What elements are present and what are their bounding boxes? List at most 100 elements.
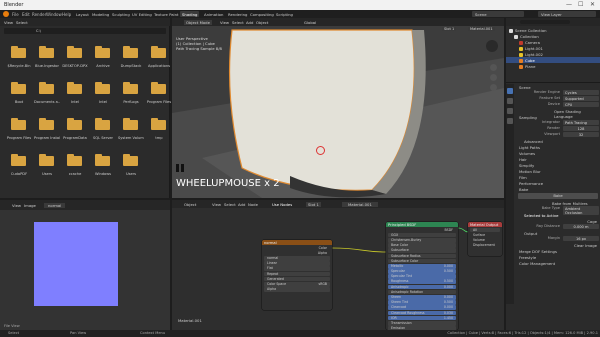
maximize-button[interactable]: ☐ (578, 1, 583, 8)
camera-view-icon[interactable] (490, 84, 497, 91)
orientation-selector[interactable]: Global (304, 20, 316, 25)
ie-menu-view[interactable]: View (12, 203, 21, 208)
world-tab-icon[interactable] (507, 118, 513, 124)
tab-scripting[interactable]: Scripting (274, 11, 295, 17)
integrator-value[interactable]: Path Tracing (563, 120, 599, 125)
fb-path-input[interactable]: C:\ (36, 29, 41, 33)
section-color-management[interactable]: Color Management (516, 260, 600, 266)
tab-texture-paint[interactable]: Texture Paint (152, 11, 181, 17)
image-color-space[interactable]: Color Space sRGB (264, 281, 330, 287)
bsdf-input-row[interactable]: Subsurface Color (388, 258, 456, 264)
bsdf-input-row[interactable]: Sheen 0.000 (388, 295, 456, 300)
material-selector[interactable]: Material.001 (468, 27, 495, 31)
bsdf-input-row[interactable]: IOR 1.450 (388, 315, 456, 321)
bsdf-input-row[interactable]: Clearcoat Roughness 0.030 (388, 310, 456, 316)
view-layer-selector[interactable]: View Layer (538, 11, 596, 17)
margin-field[interactable]: Margin 16 px (516, 236, 600, 242)
device-field[interactable]: Device CPU (516, 102, 600, 108)
output-node-header[interactable]: Material Output (468, 222, 502, 227)
margin-value[interactable]: 16 px (563, 236, 599, 241)
tab-compositing[interactable]: Compositing (248, 11, 276, 17)
mode-selector[interactable]: Object Mode (184, 20, 212, 25)
bsdf-input-row[interactable]: Christensen-Burley (388, 237, 456, 243)
slot-selector[interactable]: Slot 1 (442, 27, 457, 31)
minimize-button[interactable]: — (566, 1, 572, 8)
bsdf-input-row[interactable]: GGX (388, 232, 456, 238)
tab-rendering[interactable]: Rendering (226, 11, 249, 17)
3d-cursor-icon[interactable] (316, 146, 325, 155)
vp-menu-select[interactable]: Select (232, 20, 244, 25)
bsdf-input-row[interactable]: Roughness 0.500 (388, 279, 456, 285)
image-alpha[interactable]: Alpha (264, 287, 330, 292)
ie-menu-image[interactable]: Image (24, 203, 36, 208)
output-target[interactable]: All (470, 227, 500, 233)
tab-modeling[interactable]: Modeling (90, 11, 111, 17)
fb-menu-view[interactable]: View (4, 20, 13, 25)
tab-shading[interactable]: Shading (180, 11, 200, 17)
image-source[interactable]: Generated (264, 276, 330, 282)
bsdf-node-header[interactable]: Principled BSDF (386, 222, 458, 227)
tab-layout[interactable]: Layout (74, 11, 91, 17)
feature-set-value[interactable]: Supported (563, 96, 599, 101)
navigation-gizmo-icon[interactable] (486, 40, 498, 52)
output-tab-icon[interactable] (507, 98, 513, 104)
bsdf-input-row[interactable]: Metallic 0.000 (388, 263, 456, 269)
bake-type-value[interactable]: Ambient Occlusion (563, 206, 599, 215)
render-engine-value[interactable]: Cycles (563, 90, 599, 95)
menu-window[interactable]: Window (46, 12, 62, 17)
outliner-search-input[interactable] (520, 20, 570, 24)
tab-sculpting[interactable]: Sculpting (110, 11, 132, 17)
menu-help[interactable]: Help (62, 12, 71, 17)
image-file-field[interactable]: normal (264, 255, 330, 261)
bsdf-input-row[interactable]: Transmission (388, 320, 456, 326)
ray-distance-field[interactable]: Ray Distance 0.000 m (516, 224, 600, 230)
fb-menu-select[interactable]: Select (16, 20, 28, 25)
scene-selector[interactable]: Scene (472, 11, 524, 17)
fb-path-bar[interactable] (4, 28, 166, 34)
blender-logo-icon[interactable] (3, 11, 9, 17)
bsdf-input-row[interactable]: Specular 0.500 (388, 269, 456, 274)
menu-render[interactable]: Render (32, 12, 46, 17)
viewport-samples-value[interactable]: 32 (563, 132, 599, 137)
image-node-header[interactable]: normal (262, 240, 332, 245)
bake-button[interactable]: Bake (518, 193, 598, 199)
image-selector[interactable]: normal (44, 203, 66, 208)
zoom-icon[interactable] (490, 64, 497, 71)
outliner-item-label: Cube (525, 58, 535, 63)
bsdf-input-row[interactable]: Anisotropic 0.000 (388, 284, 456, 290)
vp-menu-view[interactable]: View (220, 20, 229, 25)
bake-type-field[interactable]: Bake Type Ambient Occlusion (516, 206, 600, 215)
bsdf-input-row[interactable]: Sheen Tint 0.500 (388, 300, 456, 305)
bsdf-input-row[interactable]: Subsurface (388, 248, 456, 253)
bsdf-input-row[interactable]: Anisotropic Rotation (388, 289, 456, 295)
close-button[interactable]: ✕ (590, 1, 595, 8)
ray-distance-value[interactable]: 0.000 m (563, 224, 599, 229)
tab-animation[interactable]: Animation (202, 11, 225, 17)
vp-menu-object[interactable]: Object (256, 20, 268, 25)
tab-uv-editing[interactable]: UV Editing (130, 11, 154, 17)
render-samples-value[interactable]: 128 (563, 126, 599, 131)
image-extension[interactable]: Repeat (264, 271, 330, 277)
pan-icon[interactable] (490, 74, 497, 81)
render-tab-icon[interactable] (507, 88, 513, 94)
node-editor-panel[interactable]: Object View Select Add Node Use Nodes Sl… (172, 200, 504, 330)
image-texture-node[interactable]: normal Color Alpha normal Linear Flat Re… (262, 240, 332, 310)
image-projection[interactable]: Flat (264, 266, 330, 271)
menu-edit[interactable]: Edit (22, 12, 30, 17)
bsdf-input-row[interactable]: Base Color (388, 243, 456, 248)
device-value[interactable]: CPU (563, 102, 599, 107)
scene-tab-icon[interactable] (507, 108, 513, 114)
outliner-item[interactable]: Plane (506, 63, 600, 69)
principled-bsdf-node[interactable]: Principled BSDF BSDF GGX Christensen-Burl… (386, 222, 458, 330)
bsdf-input-row[interactable]: Clearcoat 0.000 (388, 305, 456, 310)
vp-menu-add[interactable]: Add (246, 20, 253, 25)
menu-file[interactable]: File (12, 12, 19, 17)
bsdf-input-row[interactable]: Specular Tint (388, 274, 456, 279)
image-interp[interactable]: Linear (264, 261, 330, 266)
viewport-samples-label: Viewport (544, 132, 560, 136)
material-output-node[interactable]: Material Output All Surface Volume Displ… (468, 222, 502, 256)
3d-viewport[interactable]: Object Mode View Select Add Object Globa… (172, 18, 504, 198)
section-bake[interactable]: Bake (516, 186, 600, 192)
bsdf-input-row[interactable]: Subsurface Radius (388, 253, 456, 259)
viewport-samples-field[interactable]: Viewport 32 (516, 132, 600, 138)
